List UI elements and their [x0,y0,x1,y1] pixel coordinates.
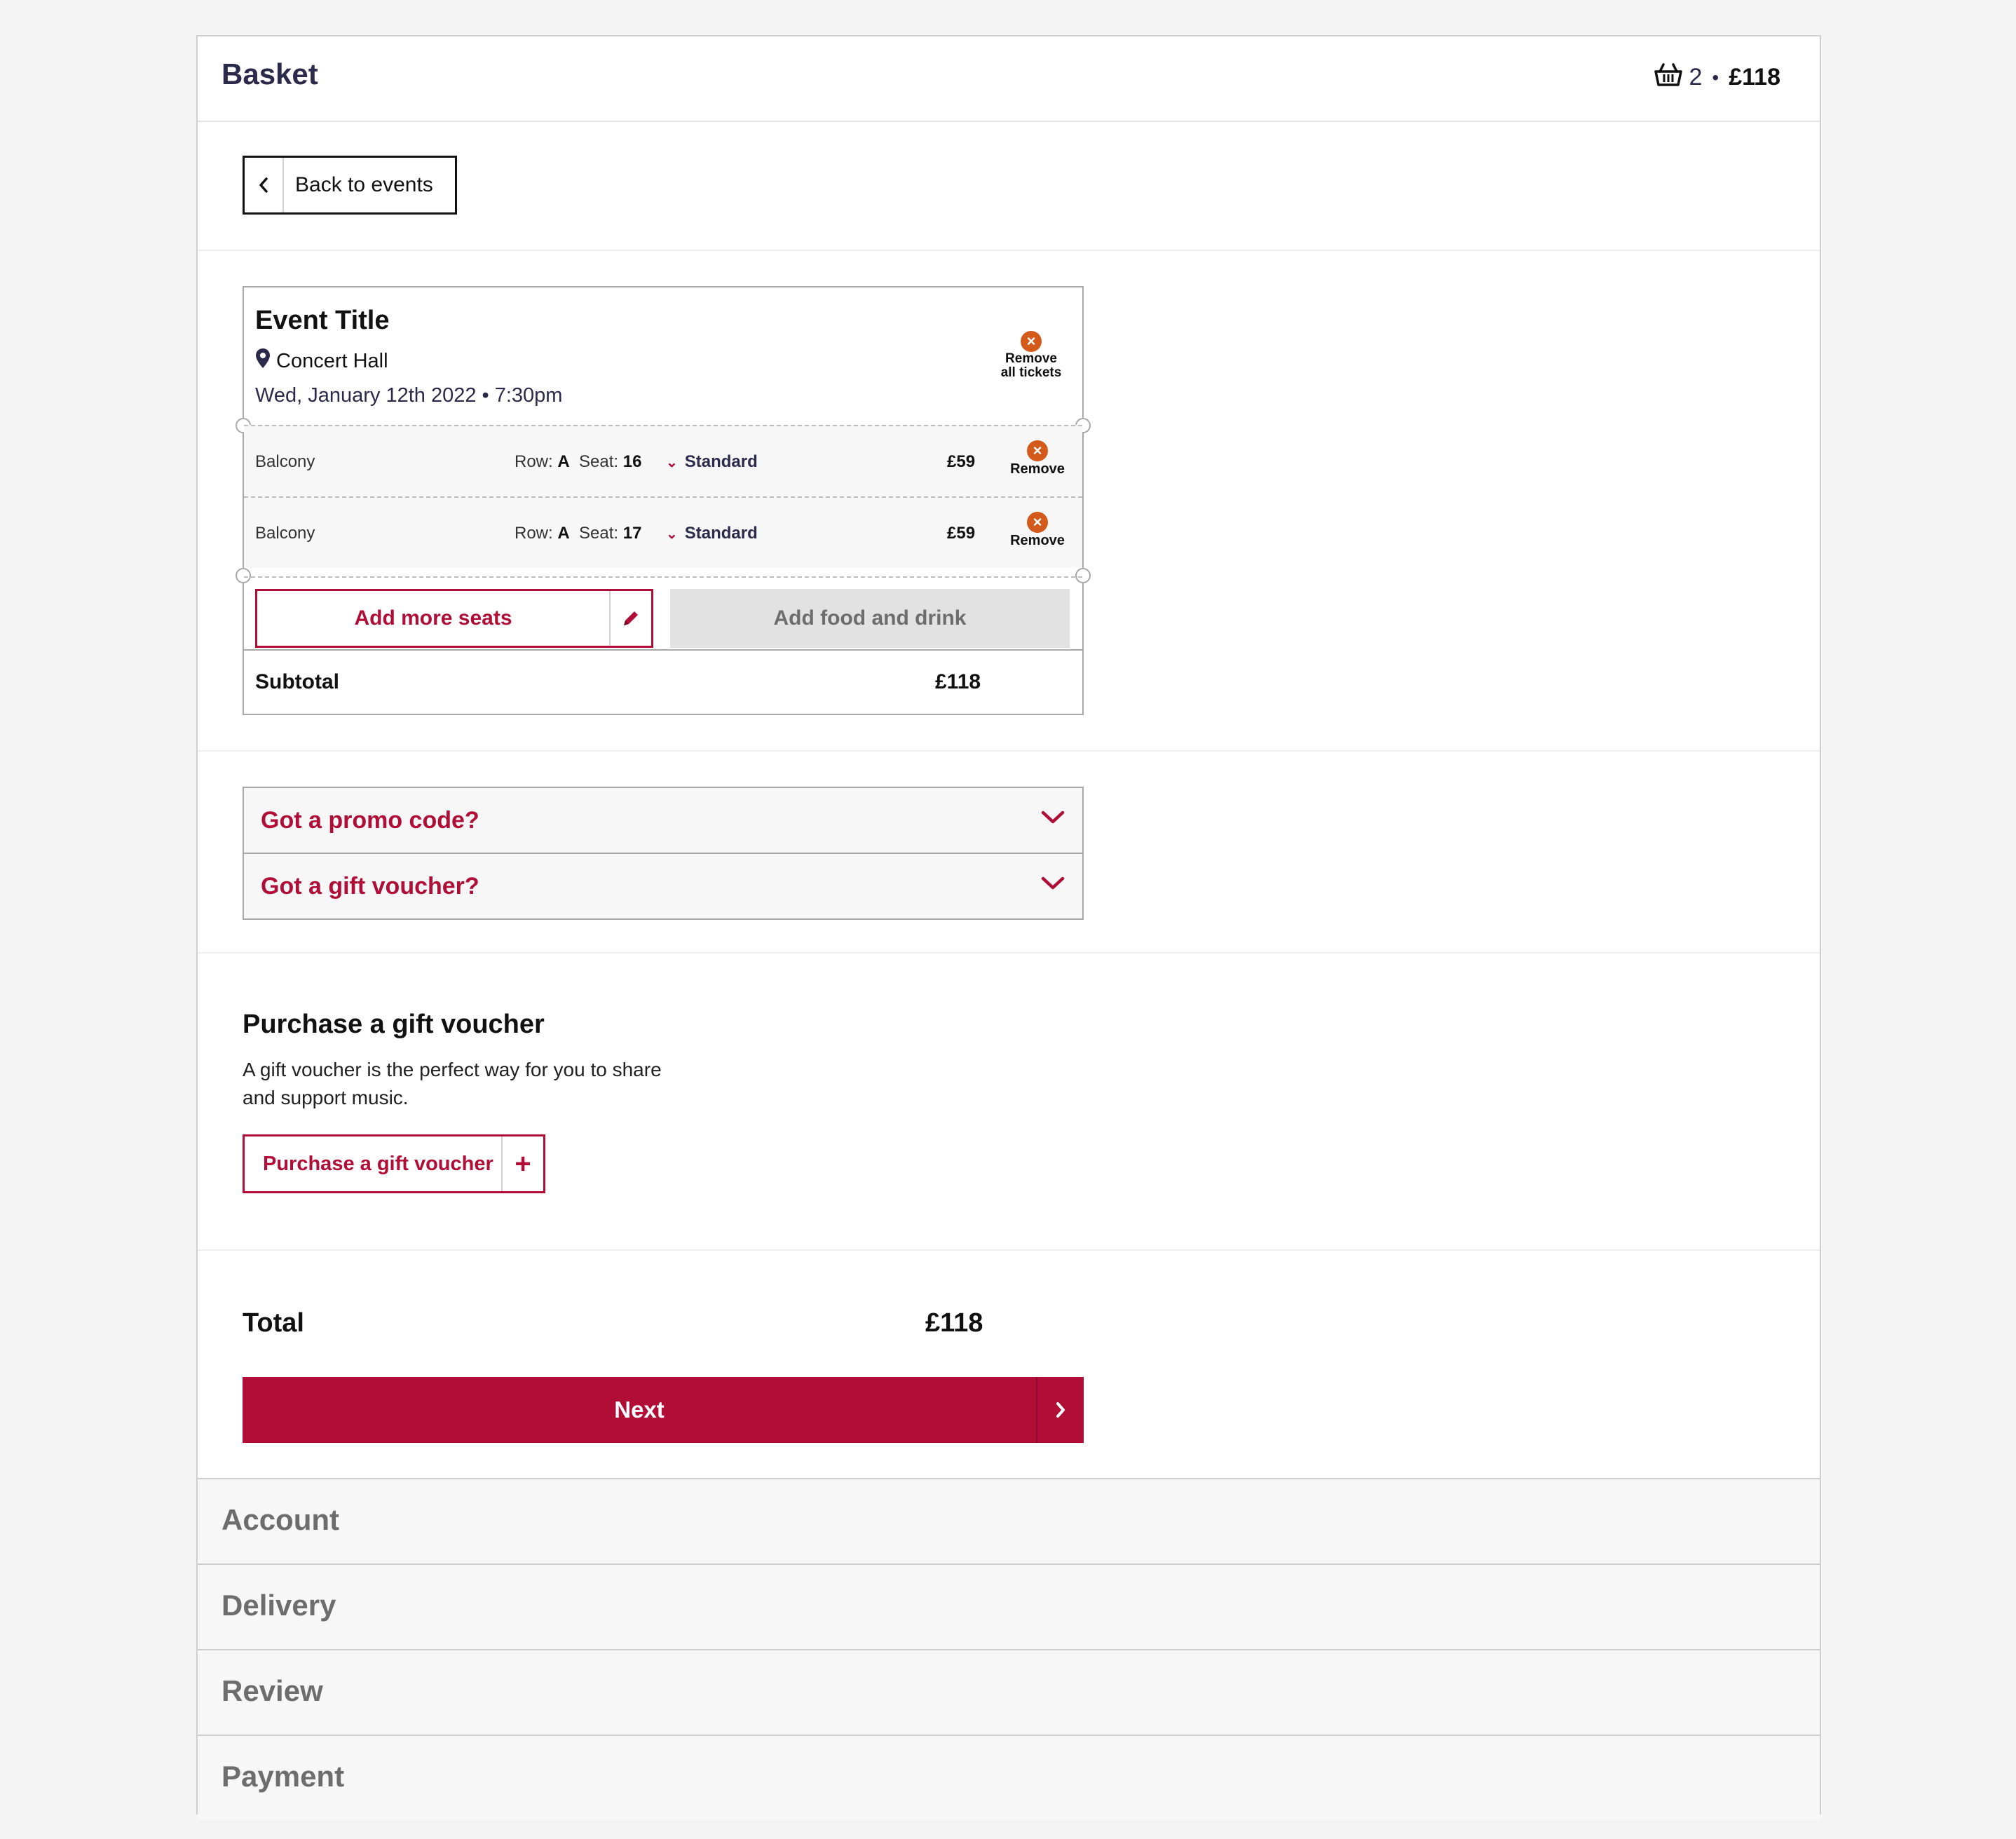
back-to-events-label: Back to events [295,173,433,196]
checkout-panel: Basket 2 • £118 Back to events Event Tit… [196,35,1821,1820]
chevron-down-icon [1040,809,1065,829]
step-delivery[interactable]: Delivery [198,1563,1820,1649]
gift-voucher-description: A gift voucher is the perfect way for yo… [243,1059,662,1108]
gift-voucher-heading: Purchase a gift voucher [243,1010,545,1039]
step-payment-label: Payment [222,1760,345,1793]
back-to-events-button[interactable]: Back to events [243,156,457,215]
gift-voucher-label: Got a gift voucher? [261,872,479,900]
ticket-section: Event Title Concert Hall Wed, January 12… [198,251,1820,752]
seat-row: Balcony Row: A Seat: 16 ⌄ Standard £59 × … [244,425,1082,496]
subtotal-row: Subtotal £118 [244,649,1082,715]
seat-area: Balcony [255,452,315,471]
chevron-left-icon [245,158,284,212]
event-ticket-card: Event Title Concert Hall Wed, January 12… [236,286,1091,715]
step-delivery-label: Delivery [222,1589,336,1622]
step-review[interactable]: Review [198,1649,1820,1735]
seat-row: Balcony Row: A Seat: 17 ⌄ Standard £59 × … [244,496,1082,568]
seat-location: Row: A Seat: 16 [515,452,641,472]
basket-icon [1654,62,1682,93]
total-section: Total £118 Next [198,1251,1820,1478]
subtotal-label: Subtotal [255,670,339,693]
plus-icon: + [501,1136,543,1191]
row-value: A [557,524,570,543]
basket-summary[interactable]: 2 • £118 [1654,62,1780,93]
seat-value: 17 [622,524,642,543]
event-title: Event Title [255,306,390,335]
price-type-dropdown[interactable]: ⌄ Standard [666,524,758,543]
seat-value: 16 [622,452,642,471]
add-more-seats-label: Add more seats [354,606,512,630]
seat-price: £59 [947,524,976,543]
chevron-down-icon [1040,875,1065,895]
row-label: Row: [515,524,553,543]
step-payment[interactable]: Payment [198,1735,1820,1820]
basket-header: Basket 2 • £118 [198,36,1820,122]
price-type-dropdown[interactable]: ⌄ Standard [666,452,758,472]
total-label: Total [243,1308,304,1338]
seat-location: Row: A Seat: 17 [515,524,641,543]
remove-seat-label: Remove [1010,461,1065,477]
venue-name: Concert Hall [276,349,388,372]
ticket-actions: Add more seats Add food and drink [244,576,1082,651]
step-account-label: Account [222,1503,339,1536]
event-datetime: Wed, January 12th 2022 • 7:30pm [255,384,563,407]
next-label: Next [614,1397,665,1423]
row-value: A [557,452,570,471]
gift-voucher-toggle[interactable]: Got a gift voucher? [244,853,1082,918]
map-pin-icon [255,348,276,374]
remove-seat-button[interactable]: × Remove [1009,512,1065,548]
back-section: Back to events [198,122,1820,251]
ticket-count: 2 [1689,64,1703,90]
chevron-down-icon: ⌄ [666,454,678,470]
codes-accordion: Got a promo code? Got a gift voucher? [243,787,1084,920]
price-type-label: Standard [684,452,758,471]
close-circle-icon: × [993,331,1070,352]
subtotal-value: £118 [935,670,981,693]
pencil-icon [609,591,651,646]
promo-code-toggle[interactable]: Got a promo code? [244,788,1082,853]
step-review-label: Review [222,1674,323,1707]
step-account[interactable]: Account [198,1478,1820,1563]
basket-total: £118 [1729,64,1780,90]
add-food-and-drink-button[interactable]: Add food and drink [670,589,1070,648]
promo-code-label: Got a promo code? [261,806,479,834]
seat-area: Balcony [255,524,315,543]
close-circle-icon: × [1009,440,1065,461]
remove-seat-button[interactable]: × Remove [1009,440,1065,477]
row-label: Row: [515,452,553,471]
page-title: Basket [222,57,318,90]
chevron-down-icon: ⌄ [666,526,678,542]
remove-all-label-line1: Remove [1005,351,1057,366]
seat-label: Seat: [579,452,619,471]
next-button[interactable]: Next [243,1377,1084,1443]
codes-section: Got a promo code? Got a gift voucher? [198,752,1820,954]
remove-all-tickets-button[interactable]: × Remove all tickets [993,331,1070,380]
remove-all-label-line2: all tickets [1000,365,1062,380]
seat-label: Seat: [579,524,619,543]
separator-dot: • [1712,66,1719,88]
seat-price: £59 [947,452,976,471]
add-more-seats-button[interactable]: Add more seats [255,589,653,648]
chevron-right-icon [1036,1377,1084,1443]
price-type-label: Standard [684,524,758,543]
remove-seat-label: Remove [1010,533,1065,548]
purchase-gift-voucher-label: Purchase a gift voucher [263,1152,493,1175]
close-circle-icon: × [1009,512,1065,533]
event-venue: Concert Hall [255,348,388,374]
total-value: £118 [925,1308,983,1338]
purchase-gift-voucher-button[interactable]: Purchase a gift voucher + [243,1134,545,1193]
gift-voucher-section: Purchase a gift voucher A gift voucher i… [198,954,1820,1251]
